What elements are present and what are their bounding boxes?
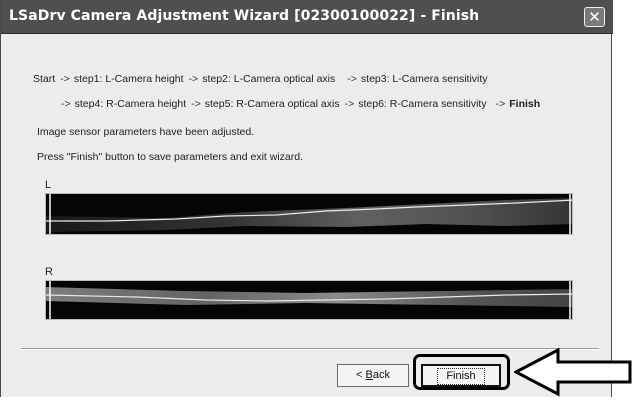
- step-arrow: ->: [347, 73, 357, 85]
- instruction-message: Press "Finish" button to save parameters…: [37, 151, 303, 163]
- step-3: step3: L-Camera sensitivity: [360, 73, 488, 85]
- back-button-mnemonic: B: [365, 369, 373, 381]
- right-camera-sensor-image: [45, 280, 573, 320]
- step-finish-current: Finish: [509, 98, 541, 110]
- back-button[interactable]: < Back: [337, 364, 409, 387]
- window-title: LSaDrv Camera Adjustment Wizard [0230010…: [9, 8, 480, 24]
- back-button-label: ack: [372, 369, 390, 381]
- step-arrow: ->: [60, 73, 70, 85]
- step-2: step2: L-Camera optical axis: [202, 73, 336, 85]
- left-camera-label: L: [45, 179, 52, 191]
- left-camera-sensor-image: [45, 193, 573, 235]
- callout-arrow-icon: [512, 347, 632, 402]
- step-1: step1: L-Camera height: [73, 73, 184, 85]
- step-arrow: ->: [188, 73, 199, 85]
- step-arrow: ->: [191, 98, 201, 110]
- right-camera-label: R: [45, 266, 53, 278]
- title-bar[interactable]: LSaDrv Camera Adjustment Wizard [0230010…: [1, 0, 613, 34]
- step-6: step6: R-Camera sensitivity: [358, 98, 487, 110]
- status-message: Image sensor parameters have been adjust…: [37, 126, 255, 138]
- step-5: step5: R-Camera optical axis: [204, 98, 340, 110]
- step-arrow: ->: [495, 98, 506, 110]
- back-button-prefix: <: [356, 369, 366, 381]
- finish-highlight-box: [413, 354, 510, 390]
- close-icon[interactable]: ✕: [584, 7, 605, 27]
- step-start: Start: [33, 73, 56, 85]
- wizard-window: LSaDrv Camera Adjustment Wizard [0230010…: [0, 0, 613, 397]
- step-progress-row-2: -> step4: R-Camera height -> step5: R-Camer…: [61, 98, 540, 110]
- footer-separator: [21, 348, 599, 350]
- step-4: step4: R-Camera height: [74, 98, 187, 110]
- step-progress-row-1: Start -> step1: L-Camera height -> step2: L-…: [33, 73, 488, 85]
- step-arrow: ->: [61, 98, 71, 110]
- step-arrow: ->: [344, 98, 355, 110]
